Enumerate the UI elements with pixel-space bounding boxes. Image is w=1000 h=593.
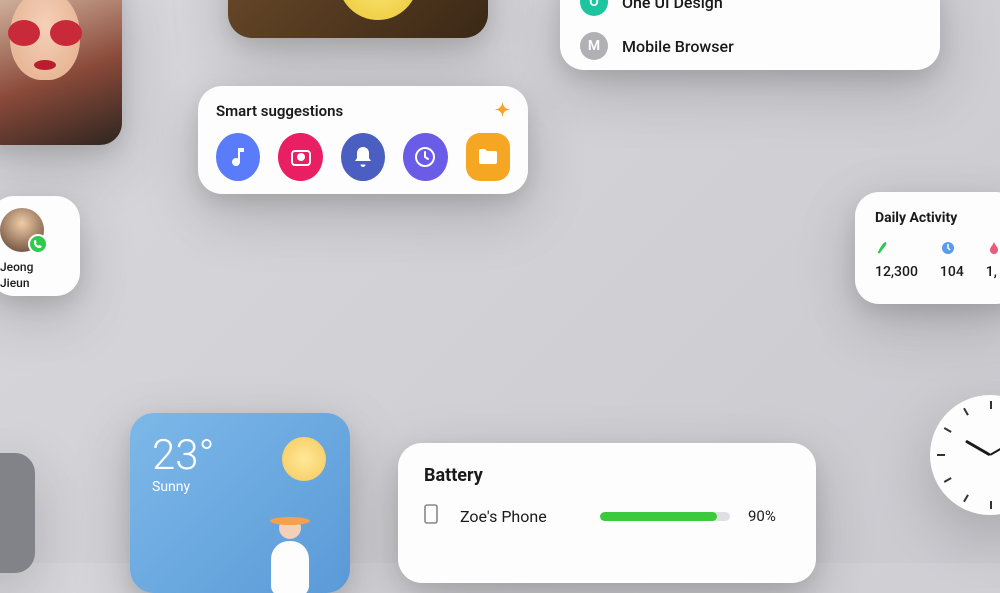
clock-hour-hand <box>965 440 991 457</box>
weather-illustration <box>260 513 320 593</box>
forecast-day: Thu <box>0 513 27 526</box>
activity-stat: 1, <box>986 240 1000 280</box>
bell-app-icon[interactable] <box>341 133 385 181</box>
search-results-widget[interactable]: O One UI Design M Mobile Browser <box>560 0 940 70</box>
sparkle-icon: ✦ <box>495 100 510 121</box>
device-name: Zoe's Phone <box>460 507 582 526</box>
weather-temperature: 23° <box>152 435 328 477</box>
phone-outline-icon <box>424 504 442 528</box>
activity-stat: 104 <box>940 240 964 280</box>
activity-title: Daily Activity <box>875 210 1000 226</box>
app-badge-m: M <box>580 32 608 60</box>
battery-widget[interactable]: Battery Zoe's Phone 90% <box>398 443 816 583</box>
food-photo-widget[interactable] <box>228 0 488 38</box>
smart-suggestions-widget[interactable]: Smart suggestions ✦ <box>198 86 528 194</box>
activity-value: 104 <box>940 264 964 280</box>
phone-badge-icon <box>28 234 48 254</box>
activity-value: 1, <box>986 264 1000 280</box>
battery-device-row[interactable]: Zoe's Phone 90% <box>424 504 790 528</box>
activity-stat: 12,300 <box>875 240 918 280</box>
clock-widget[interactable] <box>930 395 1000 515</box>
photo-widget[interactable] <box>0 0 122 145</box>
cal-icon <box>986 240 1000 258</box>
contact-name-line: Jeong <box>0 260 70 276</box>
lemon-graphic <box>338 0 418 20</box>
clock-minute-hand <box>990 434 1000 456</box>
portrait-lips <box>34 60 56 70</box>
clock-app-icon[interactable] <box>403 133 447 181</box>
steps-icon <box>875 240 918 258</box>
camera-app-icon[interactable] <box>278 133 322 181</box>
list-item-label: One UI Design <box>622 0 723 12</box>
list-item-label: Mobile Browser <box>622 37 734 56</box>
music-app-icon[interactable] <box>216 133 260 181</box>
list-item[interactable]: O One UI Design <box>580 0 920 24</box>
list-item[interactable]: M Mobile Browser <box>580 24 920 68</box>
daily-activity-widget[interactable]: Daily Activity 12,300 104 1, <box>855 192 1000 304</box>
battery-progress-fill <box>600 512 717 521</box>
time-icon <box>940 240 964 258</box>
smart-suggestions-title: Smart suggestions <box>216 102 343 120</box>
battery-percent: 90% <box>748 507 790 525</box>
activity-value: 12,300 <box>875 264 918 280</box>
mini-forecast-widget[interactable]: Thu <box>0 453 35 573</box>
battery-progress-bar <box>600 512 730 521</box>
battery-title: Battery <box>424 465 790 486</box>
sunglasses-icon <box>8 20 82 46</box>
weather-widget[interactable]: 23° Sunny <box>130 413 350 593</box>
contact-widget[interactable]: Jeong Jieun <box>0 196 80 296</box>
weather-condition: Sunny <box>152 479 328 495</box>
app-badge-o: O <box>580 0 608 16</box>
contact-name-line: Jieun <box>0 276 70 292</box>
folder-app-icon[interactable] <box>466 133 510 181</box>
